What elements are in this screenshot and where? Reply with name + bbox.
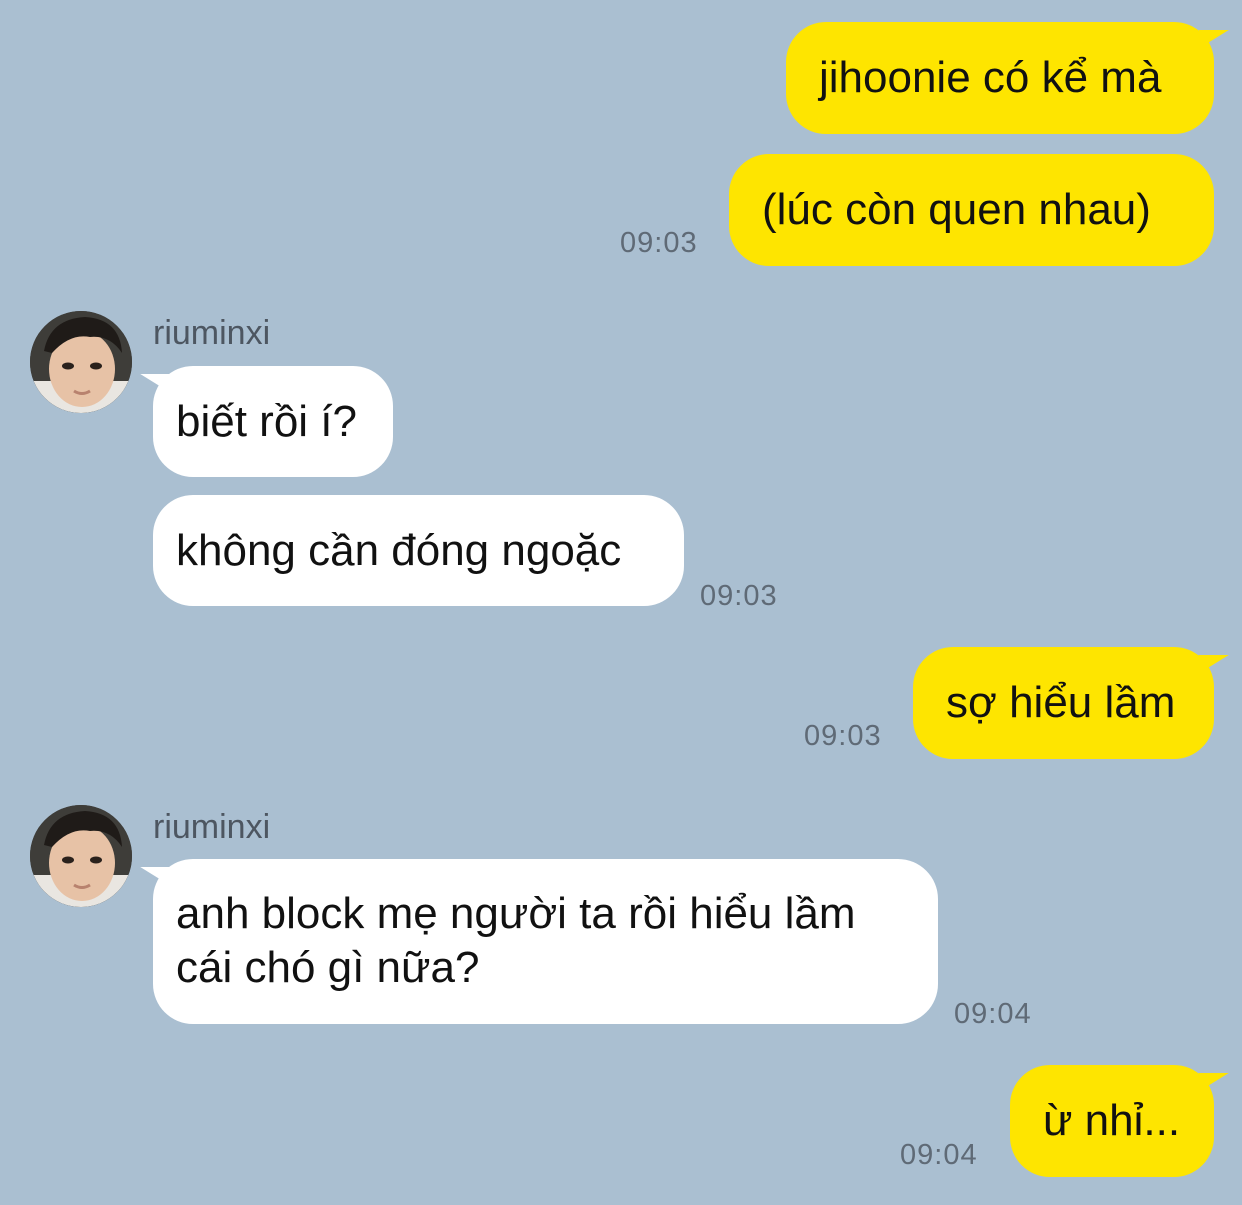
message-timestamp: 09:03 [620, 227, 698, 259]
message-text: anh block mẹ người ta rồi hiểu lầm cái c… [176, 889, 856, 992]
profile-photo-icon [30, 805, 132, 907]
avatar[interactable] [30, 805, 132, 907]
message-timestamp: 09:04 [900, 1139, 978, 1171]
bubble-tail [1193, 1073, 1229, 1095]
message-text: ừ nhỉ... [1043, 1096, 1181, 1145]
sender-name: riuminxi [153, 314, 271, 352]
message-text: biết rồi í? [176, 397, 357, 446]
message-text: sợ hiểu lầm [946, 678, 1176, 727]
message-timestamp: 09:03 [804, 720, 882, 752]
bubble-tail [140, 374, 176, 396]
my-message-bubble[interactable]: ừ nhỉ... [1010, 1065, 1229, 1177]
my-message-bubble[interactable]: jihoonie có kể mà [786, 22, 1229, 134]
their-message-bubble[interactable]: không cần đóng ngoặc [153, 495, 684, 606]
bubble-tail [140, 867, 176, 889]
sender-name: riuminxi [153, 808, 271, 846]
bubble-tail [1193, 30, 1229, 52]
message-text: jihoonie có kể mà [819, 53, 1162, 102]
their-message-bubble[interactable]: anh block mẹ người ta rồi hiểu lầm cái c… [140, 859, 938, 1024]
message-timestamp: 09:03 [700, 580, 778, 612]
chat-window[interactable]: jihoonie có kể mà (lúc còn quen nhau) 09… [0, 0, 1242, 1205]
avatar[interactable] [30, 311, 132, 413]
message-text: (lúc còn quen nhau) [762, 185, 1151, 234]
their-message-bubble[interactable]: biết rồi í? [140, 366, 393, 477]
bubble-tail [1193, 655, 1229, 677]
my-message-bubble[interactable]: (lúc còn quen nhau) [729, 154, 1214, 266]
profile-photo-icon [30, 311, 132, 413]
message-timestamp: 09:04 [954, 998, 1032, 1030]
my-message-bubble[interactable]: sợ hiểu lầm [913, 647, 1229, 759]
message-text: không cần đóng ngoặc [176, 526, 622, 575]
